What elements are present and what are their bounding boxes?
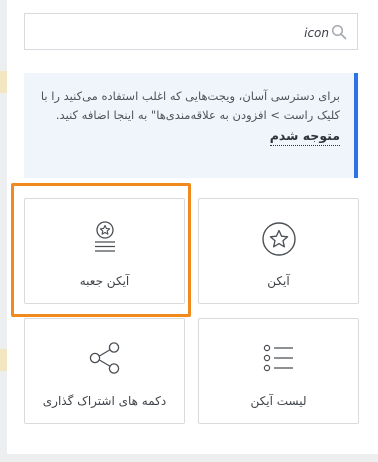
widget-share-buttons[interactable]: دکمه های اشتراک گذاری: [24, 318, 185, 424]
widget-label: لیست آیکن: [250, 394, 307, 408]
list-icon: [263, 344, 293, 372]
icon-box-icon: [94, 221, 115, 252]
left-edge-marker: [0, 349, 7, 371]
widget-label: آیکن: [267, 274, 290, 288]
search-input[interactable]: [35, 22, 331, 44]
left-edge-marker: [0, 71, 7, 93]
widget-icon-box[interactable]: آیکن جعبه: [24, 198, 185, 304]
left-edge-panel: [0, 0, 7, 462]
star-icon: [261, 222, 296, 256]
widget-label: آیکن جعبه: [79, 274, 130, 288]
got-it-button[interactable]: متوجه شدم: [269, 128, 340, 146]
favorites-notice: برای دسترسی آسان، ویجت‌هایی که اغلب استف…: [24, 73, 358, 178]
notice-text: برای دسترسی آسان، ویجت‌هایی که اغلب استف…: [40, 89, 340, 122]
bottom-edge: [7, 454, 378, 462]
widget-icon[interactable]: آیکن: [198, 198, 359, 304]
widget-icon-list[interactable]: لیست آیکن: [198, 318, 359, 424]
share-icon: [89, 342, 119, 374]
widget-label: دکمه های اشتراک گذاری: [42, 394, 167, 408]
widget-search[interactable]: [24, 13, 358, 50]
search-icon[interactable]: [331, 24, 347, 40]
